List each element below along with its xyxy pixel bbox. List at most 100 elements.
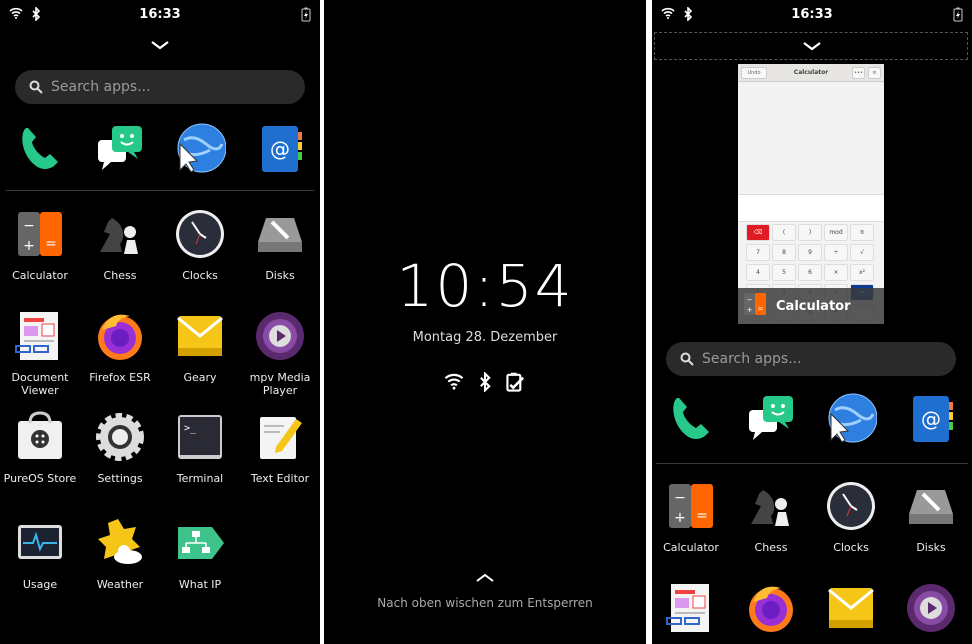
svg-text:@: @	[921, 407, 941, 431]
calculator-icon: − + =	[742, 291, 768, 321]
calc-key[interactable]: ⌫	[746, 224, 770, 241]
calc-entry[interactable]	[738, 194, 884, 222]
app-drawer-screen: 16:33 Search apps... @ − + = Calculator Ches…	[0, 0, 320, 644]
app-usage[interactable]: Usage	[0, 517, 80, 591]
texteditor-icon	[254, 411, 306, 463]
disks-icon	[905, 480, 957, 532]
calc-key[interactable]: 9	[798, 244, 822, 261]
status-bar: 16:33	[0, 0, 320, 28]
svg-text:=: =	[758, 305, 764, 313]
app-label: Text Editor	[250, 472, 310, 485]
svg-text:−: −	[674, 490, 686, 506]
app-disks[interactable]: Disks	[891, 480, 971, 554]
lock-date: Montag 28. Dezember	[412, 330, 558, 345]
app-chess[interactable]: Chess	[731, 480, 811, 554]
app-label: Document Viewer	[11, 371, 69, 397]
unlock-hint: Nach oben wischen zum Entsperren	[377, 596, 593, 610]
calc-key[interactable]: 6	[798, 264, 822, 281]
lock-screen: 10:54 Montag 28. Dezember Nach oben wisc…	[324, 0, 646, 644]
calc-key[interactable]: )	[798, 224, 822, 241]
contacts-favorite-icon[interactable]: @	[905, 392, 957, 444]
app-calculator[interactable]: − + = Calculator	[0, 208, 80, 282]
chat-favorite-icon[interactable]	[94, 122, 146, 174]
svg-text:@: @	[270, 137, 290, 161]
window-header: Undo Calculator ••• ≡	[738, 64, 884, 82]
app-label: Terminal	[176, 472, 224, 485]
chevron-down-icon[interactable]	[150, 40, 170, 50]
calc-key[interactable]: √	[850, 244, 874, 261]
battery-charging-icon	[953, 7, 963, 22]
clock: 16:33	[791, 7, 833, 22]
app-label: Usage	[22, 578, 58, 591]
lock-status-icons	[324, 372, 646, 392]
app-store[interactable]: PureOS Store	[0, 411, 80, 485]
firefox-icon	[745, 582, 797, 634]
svg-text:−: −	[23, 218, 35, 234]
app-label: Disks	[265, 269, 295, 282]
svg-text:−: −	[747, 296, 753, 304]
search-icon	[680, 352, 694, 366]
more-icon[interactable]: •••	[852, 67, 865, 79]
svg-text:=: =	[45, 236, 57, 252]
web-favorite-icon[interactable]	[174, 122, 227, 174]
phone-favorite-icon[interactable]	[14, 122, 66, 174]
calc-key[interactable]: 5	[772, 264, 796, 281]
app-chess[interactable]: Chess	[80, 208, 160, 282]
calc-key[interactable]: π	[850, 224, 874, 241]
calc-key[interactable]: (	[772, 224, 796, 241]
geary-icon	[174, 310, 226, 362]
divider	[6, 190, 314, 191]
calc-key[interactable]: x²	[850, 264, 874, 281]
calculator-window-thumbnail[interactable]: Undo Calculator ••• ≡ ⌫() mod π 7 8 9 ÷ √ 4 5 6 × x²…	[738, 64, 884, 324]
window-title-bar: − + = Calculator	[738, 288, 884, 324]
app-mpv[interactable]: mpv Media Player	[240, 310, 320, 397]
phone-favorite-icon[interactable]	[665, 392, 717, 444]
app-disks[interactable]: Disks	[240, 208, 320, 282]
calc-key[interactable]: mod	[824, 224, 848, 241]
search-input[interactable]: Search apps...	[666, 342, 956, 376]
calc-key[interactable]: 8	[772, 244, 796, 261]
svg-text:+: +	[23, 238, 35, 254]
app-geary[interactable]	[811, 582, 891, 643]
calc-key[interactable]: 4	[746, 264, 770, 281]
calc-key[interactable]: ×	[824, 264, 848, 281]
chat-favorite-icon[interactable]	[745, 392, 797, 444]
chevron-up-icon[interactable]	[475, 573, 495, 583]
app-label: Calculator	[12, 269, 68, 282]
app-document[interactable]	[652, 582, 731, 643]
contacts-favorite-icon[interactable]: @	[254, 122, 306, 174]
app-weather[interactable]: Weather	[80, 517, 160, 591]
app-whatip[interactable]: What IP	[160, 517, 240, 591]
mpv-icon	[905, 582, 957, 634]
bluetooth-icon	[480, 372, 491, 392]
wifi-icon	[444, 373, 464, 390]
app-geary[interactable]: Geary	[160, 310, 240, 384]
web-favorite-icon[interactable]	[825, 392, 878, 444]
document-icon	[14, 310, 66, 362]
calc-key[interactable]: ÷	[824, 244, 848, 261]
store-icon	[14, 411, 66, 463]
app-mpv[interactable]	[891, 582, 971, 643]
app-firefox[interactable]: Firefox ESR	[80, 310, 160, 384]
app-clock[interactable]: Clocks	[160, 208, 240, 282]
app-terminal[interactable]: >_ Terminal	[160, 411, 240, 485]
app-firefox[interactable]	[731, 582, 811, 643]
chevron-down-icon[interactable]	[802, 41, 822, 51]
weather-icon	[94, 517, 146, 569]
calc-key[interactable]: 7	[746, 244, 770, 261]
window-app-name: Calculator	[776, 298, 851, 314]
app-label: Firefox ESR	[89, 371, 151, 384]
settings-icon	[94, 411, 146, 463]
app-clock[interactable]: Clocks	[811, 480, 891, 554]
calculator-icon: − + =	[14, 208, 66, 260]
app-calculator[interactable]: − + = Calculator	[652, 480, 731, 554]
app-document[interactable]: Document Viewer	[0, 310, 80, 397]
search-input[interactable]: Search apps...	[15, 70, 305, 104]
battery-charging-icon	[301, 7, 311, 22]
app-texteditor[interactable]: Text Editor	[240, 411, 320, 485]
divider	[656, 463, 968, 464]
menu-icon[interactable]: ≡	[868, 67, 881, 79]
app-settings[interactable]: Settings	[80, 411, 160, 485]
app-label: Disks	[916, 541, 946, 554]
mpv-icon	[254, 310, 306, 362]
